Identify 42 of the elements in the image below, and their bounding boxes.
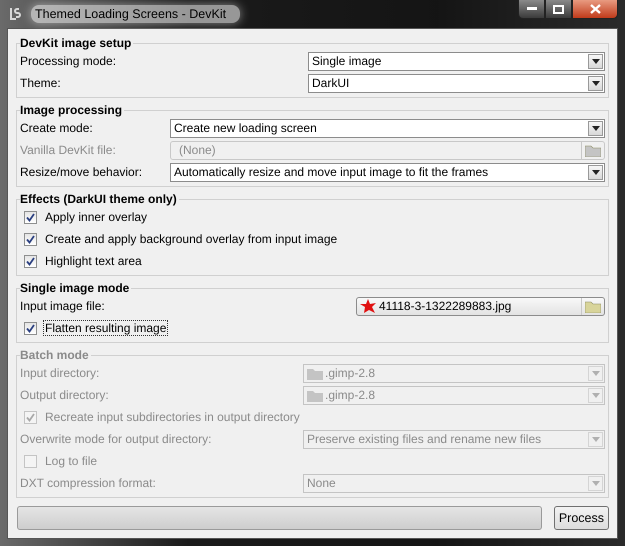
file-field[interactable]: 41118-3-1322289883.jpg xyxy=(356,296,605,316)
checkbox[interactable] xyxy=(24,322,37,334)
checkbox[interactable] xyxy=(24,254,37,268)
group-title: Batch mode xyxy=(20,348,91,362)
image-file-icon xyxy=(360,299,376,313)
dropdown[interactable]: Single image xyxy=(308,52,605,70)
checkbox-label: Flatten resulting image xyxy=(43,320,168,336)
minimize-icon xyxy=(526,7,536,11)
dropdown[interactable]: Create new loading screen xyxy=(170,118,605,138)
checkbox-label: Apply inner overlay xyxy=(44,209,148,225)
field-label: Create mode: xyxy=(20,121,94,135)
checkbox-label: Recreate input subdirectories in output directory xyxy=(44,409,301,425)
checkbox[interactable] xyxy=(24,210,37,224)
close-icon xyxy=(590,4,600,14)
field-label: Input directory: xyxy=(20,366,100,380)
field-label: Overwrite mode for output directory: xyxy=(20,432,212,446)
checkbox-label: Highlight text area xyxy=(44,253,143,269)
maximize-icon xyxy=(553,4,564,14)
field-label: Theme: xyxy=(20,76,62,90)
group-title: Image processing xyxy=(20,103,124,117)
field-label: Resize/move behavior: xyxy=(20,165,144,179)
dropdown[interactable]: DarkUI xyxy=(308,74,605,92)
checkbox-label: Log to file xyxy=(44,453,98,469)
maximize-button[interactable] xyxy=(545,0,572,19)
dropdown[interactable]: Automatically resize and move input image to fit the frames xyxy=(170,162,605,182)
group-title: Effects (DarkUI theme only) xyxy=(20,192,179,206)
folder-icon[interactable] xyxy=(581,298,604,314)
field-label: Output directory: xyxy=(20,388,110,402)
close-button[interactable] xyxy=(572,0,618,19)
field-label: Processing mode: xyxy=(20,54,118,68)
checkbox[interactable] xyxy=(24,232,37,246)
field-label: Input image file: xyxy=(20,299,106,313)
window-title: Themed Loading Screens - DevKit xyxy=(31,5,240,23)
group-title: Single image mode xyxy=(20,281,132,295)
minimize-button[interactable] xyxy=(518,0,545,19)
group-title: DevKit image setup xyxy=(20,36,134,50)
process-button[interactable]: Process xyxy=(554,506,609,530)
field-label: DXT compression format: xyxy=(20,476,157,490)
folder-icon xyxy=(307,366,323,380)
folder-icon xyxy=(307,388,323,402)
checkbox-label: Create and apply background overlay from input image xyxy=(44,231,338,247)
field-label: Vanilla DevKit file: xyxy=(20,143,117,157)
